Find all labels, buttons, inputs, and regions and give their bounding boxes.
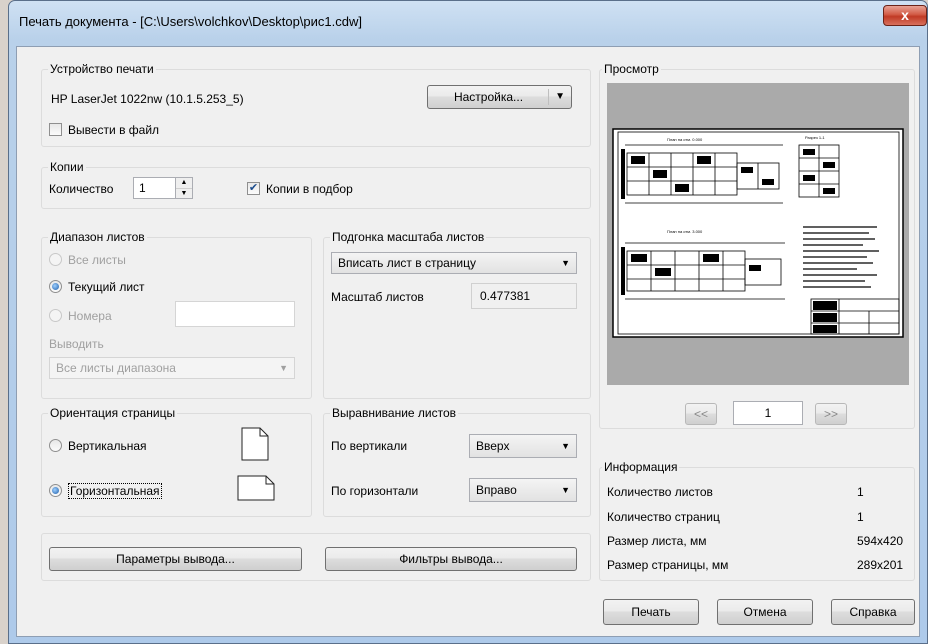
alignment-legend: Выравнивание листов	[330, 406, 459, 420]
align-vertical-label: По вертикали	[331, 439, 408, 453]
portrait-page-icon	[241, 427, 269, 461]
sheet-range-legend: Диапазон листов	[48, 230, 147, 244]
collate-checkbox[interactable]: ✔	[247, 182, 260, 195]
preview-prev-button[interactable]: <<	[685, 403, 717, 425]
copies-count-input[interactable]: 1 ▲ ▼	[133, 177, 193, 199]
range-numbers-label[interactable]: Номера	[68, 309, 112, 323]
chevron-down-icon[interactable]: ▼	[279, 358, 288, 378]
range-output-value: Все листы диапазона	[56, 361, 176, 375]
plan-title-1: План на отм. 0.000	[667, 137, 703, 142]
landscape-page-icon	[237, 475, 275, 501]
range-all-label[interactable]: Все листы	[68, 253, 126, 267]
info-row-label: Количество листов	[607, 485, 713, 499]
copies-count-value: 1	[139, 181, 146, 195]
range-current-label[interactable]: Текущий лист	[68, 280, 145, 294]
printer-legend: Устройство печати	[48, 62, 156, 76]
chevron-down-icon[interactable]: ▼	[561, 435, 570, 457]
info-row-value: 594x420	[857, 534, 904, 548]
preview-next-button[interactable]: >>	[815, 403, 847, 425]
info-row-label: Размер листа, мм	[607, 534, 707, 548]
range-current-radio[interactable]	[49, 280, 62, 293]
range-numbers-input[interactable]	[175, 301, 295, 327]
window-title: Печать документа - [C:\Users\volchkov\De…	[19, 14, 362, 29]
dialog-client-area: Устройство печати HP LaserJet 1022nw (10…	[16, 46, 920, 637]
orientation-group: Ориентация страницы	[41, 406, 312, 517]
output-params-button[interactable]: Параметры вывода...	[49, 547, 302, 571]
help-button[interactable]: Справка	[831, 599, 915, 625]
orientation-landscape-radio[interactable]	[49, 484, 62, 497]
scale-fit-legend: Подгонка масштаба листов	[330, 230, 487, 244]
orientation-landscape-label[interactable]: Горизонтальная	[68, 483, 162, 499]
spin-up-icon[interactable]: ▲	[176, 178, 192, 189]
copies-legend: Копии	[48, 160, 86, 174]
chevron-down-icon[interactable]: ▼	[561, 479, 570, 501]
drawing-thumbnail-icon: План на отм. 0.000 Разрез 1-1 План на от…	[612, 128, 904, 338]
printer-setup-button[interactable]: Настройка... ▼	[427, 85, 572, 109]
cancel-button[interactable]: Отмена	[717, 599, 813, 625]
print-to-file-label[interactable]: Вывести в файл	[68, 123, 159, 137]
printer-setup-label: Настройка...	[453, 90, 524, 104]
section-title: Разрез 1-1	[805, 135, 825, 140]
range-output-select[interactable]: Все листы диапазона ▼	[49, 357, 295, 379]
align-vertical-select[interactable]: Вверх ▼	[469, 434, 577, 458]
scale-mode-value: Вписать лист в страницу	[338, 256, 476, 270]
print-button[interactable]: Печать	[603, 599, 699, 625]
orientation-portrait-radio[interactable]	[49, 439, 62, 452]
plan-title-2: План на отм. 3.000	[667, 229, 703, 234]
close-button[interactable]: x	[883, 5, 927, 26]
align-horizontal-label: По горизонтали	[331, 484, 419, 498]
copies-spinner[interactable]: ▲ ▼	[175, 178, 192, 198]
info-row-value: 289x201	[857, 558, 904, 572]
info-row-value: 1	[857, 485, 864, 499]
align-horizontal-select[interactable]: Вправо ▼	[469, 478, 577, 502]
spin-down-icon[interactable]: ▼	[176, 189, 192, 198]
preview-area: План на отм. 0.000 Разрез 1-1 План на от…	[607, 83, 909, 385]
scale-label: Масштаб листов	[331, 290, 424, 304]
preview-legend: Просмотр	[602, 62, 661, 76]
info-row-label: Количество страниц	[607, 510, 720, 524]
preview-page-field[interactable]: 1	[733, 401, 803, 425]
range-numbers-radio[interactable]	[49, 309, 62, 322]
chevron-down-icon[interactable]: ▼	[561, 253, 570, 273]
range-output-label: Выводить	[49, 337, 104, 351]
collate-label[interactable]: Копии в подбор	[266, 182, 353, 196]
range-all-radio[interactable]	[49, 253, 62, 266]
printer-name: HP LaserJet 1022nw (10.1.5.253_5)	[51, 92, 244, 106]
align-horizontal-value: Вправо	[476, 483, 517, 497]
output-filters-button[interactable]: Фильтры вывода...	[325, 547, 577, 571]
info-row-value: 1	[857, 510, 864, 524]
setup-split-divider	[548, 89, 549, 105]
copies-count-label: Количество	[49, 182, 114, 196]
align-vertical-value: Вверх	[476, 439, 510, 453]
print-to-file-checkbox[interactable]	[49, 123, 62, 136]
scale-mode-select[interactable]: Вписать лист в страницу ▼	[331, 252, 577, 274]
orientation-portrait-label[interactable]: Вертикальная	[68, 439, 147, 453]
scale-value-field: 0.477381	[471, 283, 577, 309]
orientation-legend: Ориентация страницы	[48, 406, 178, 420]
chevron-down-icon[interactable]: ▼	[555, 86, 565, 108]
info-row-label: Размер страницы, мм	[607, 558, 729, 572]
info-legend: Информация	[602, 460, 680, 474]
print-dialog-window: Печать документа - [C:\Users\volchkov\De…	[8, 0, 928, 644]
